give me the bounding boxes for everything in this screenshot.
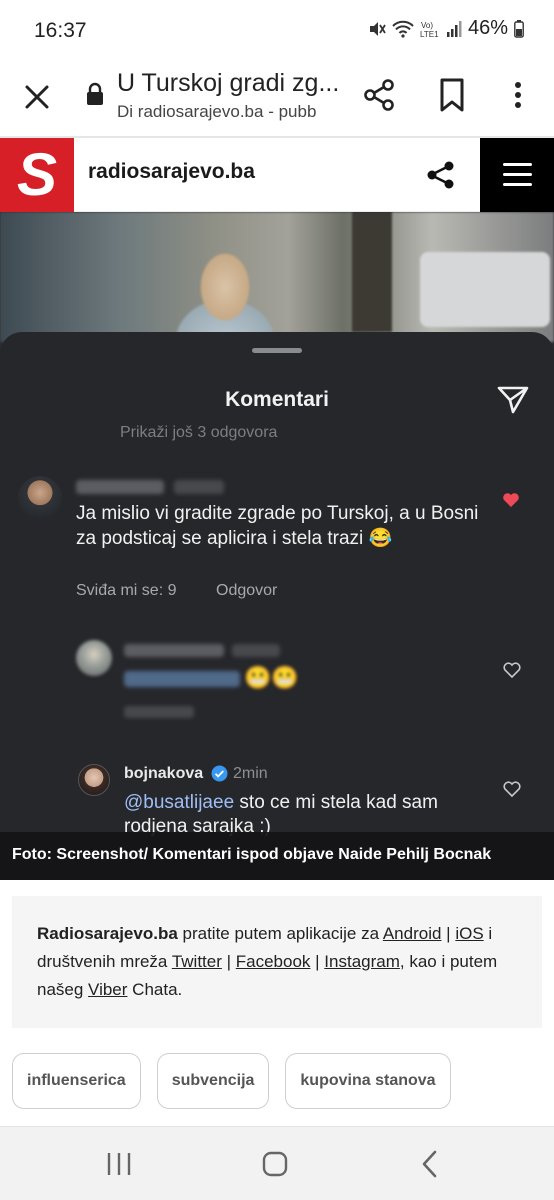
heart-filled-icon[interactable] — [502, 492, 520, 508]
avatar[interactable] — [18, 476, 62, 520]
blurred-username — [124, 644, 224, 657]
signal-icon — [446, 20, 462, 37]
photo-caption-text: Foto: Screenshot/ Komentari ispod objave… — [12, 846, 492, 863]
viber-link[interactable]: Viber — [88, 980, 127, 999]
verified-badge-icon — [211, 765, 228, 782]
site-header: S radiosarajevo.ba — [0, 138, 554, 212]
ios-link[interactable]: iOS — [455, 924, 483, 943]
system-navigation-bar — [0, 1126, 554, 1200]
avatar[interactable] — [76, 640, 112, 676]
battery-icon — [514, 19, 524, 38]
share-icon[interactable] — [361, 77, 397, 113]
blurred-reply — [124, 706, 194, 718]
twitter-link[interactable]: Twitter — [172, 952, 222, 971]
android-link[interactable]: Android — [383, 924, 442, 943]
comment-text: Ja mislio vi gradite zgrade po Turskoj, … — [76, 503, 479, 549]
comments-title: Komentari — [225, 388, 329, 411]
mute-icon — [369, 21, 386, 36]
site-name[interactable]: radiosarajevo.ba — [88, 160, 255, 184]
reply-button[interactable]: Odgovor — [216, 582, 277, 600]
status-time: 16:37 — [34, 19, 87, 42]
send-icon[interactable] — [496, 384, 530, 416]
back-icon[interactable] — [418, 1149, 442, 1179]
comment-username[interactable]: bojnakova — [124, 765, 203, 783]
hamburger-menu-button[interactable] — [480, 138, 554, 212]
blurred-username — [76, 480, 164, 494]
tag-list: influenserica subvencija kupovina stanov… — [12, 1053, 451, 1109]
blurred-time — [174, 480, 224, 494]
share-icon[interactable] — [424, 158, 458, 192]
drag-handle[interactable] — [252, 348, 302, 353]
tag-influenserica[interactable]: influenserica — [12, 1053, 141, 1109]
blurred-time — [232, 644, 280, 657]
avatar[interactable] — [78, 764, 110, 796]
status-bar: 16:37 Vo) LTE1 46% — [0, 0, 554, 62]
home-icon[interactable] — [260, 1149, 290, 1179]
browser-toolbar: U Turskoj gradi zg... Di radiosarajevo.b… — [0, 62, 554, 138]
app-promo-box: Radiosarajevo.ba pratite putem aplikacij… — [12, 896, 542, 1028]
more-options-icon[interactable] — [506, 77, 530, 113]
photo-caption: Foto: Screenshot/ Komentari ispod objave… — [0, 832, 554, 880]
comment-likes[interactable]: Sviđa mi se: 9 — [76, 582, 176, 600]
svg-text:Vo): Vo) — [421, 21, 433, 30]
close-icon[interactable] — [20, 80, 54, 114]
comment-mention[interactable]: @busatlijaee — [124, 792, 234, 813]
more-replies-link[interactable]: Prikaži još 3 odgovora — [120, 424, 277, 442]
heart-outline-icon[interactable] — [503, 662, 521, 678]
tag-kupovina-stanova[interactable]: kupovina stanova — [285, 1053, 451, 1109]
wifi-icon — [392, 20, 414, 38]
bookmark-icon[interactable] — [437, 77, 467, 113]
recent-apps-icon[interactable] — [104, 1149, 134, 1179]
photo-background — [0, 212, 554, 342]
app-promo-text: Radiosarajevo.ba pratite putem aplikacij… — [37, 924, 498, 999]
lock-icon — [87, 82, 103, 105]
volte-icon: Vo)LTE1 — [420, 21, 439, 39]
page-title[interactable]: U Turskoj gradi zg... — [117, 69, 339, 98]
site-logo[interactable]: S — [0, 138, 74, 212]
facebook-link[interactable]: Facebook — [236, 952, 311, 971]
battery-percent: 46% — [467, 17, 508, 39]
heart-outline-icon[interactable] — [503, 781, 521, 797]
comment-time: 2min — [233, 765, 268, 782]
svg-text:LTE1: LTE1 — [420, 30, 439, 39]
blurred-mention — [124, 671, 240, 687]
instagram-link[interactable]: Instagram — [324, 952, 400, 971]
page-url[interactable]: Di radiosarajevo.ba - pubb — [117, 102, 339, 122]
tag-subvencija[interactable]: subvencija — [156, 1053, 270, 1109]
screen: 16:37 Vo) LTE1 46% U Turskoj gradi zg... … — [0, 0, 554, 1200]
comment-emoji: 😬😬 — [244, 665, 299, 690]
article-image: Komentari Prikaži još 3 odgovora Ja misl… — [0, 212, 554, 880]
promo-brand: Radiosarajevo.ba — [37, 924, 178, 943]
comments-sheet: Komentari Prikaži još 3 odgovora Ja misl… — [0, 332, 554, 880]
